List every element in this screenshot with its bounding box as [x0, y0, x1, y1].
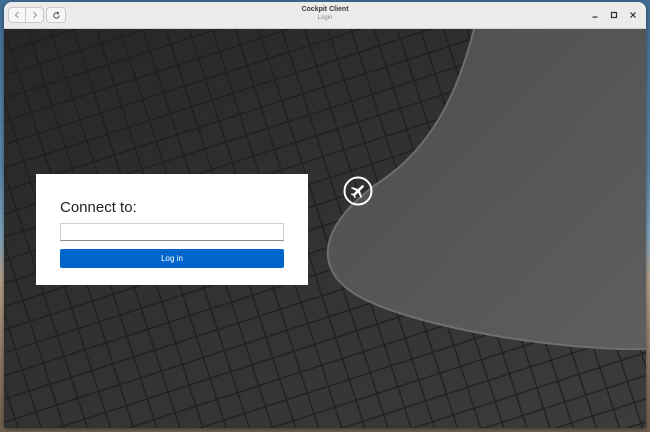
host-input[interactable] — [60, 223, 284, 241]
close-icon — [630, 12, 636, 18]
login-button[interactable]: Log in — [60, 249, 284, 268]
maximize-button[interactable] — [608, 9, 620, 21]
minimize-button[interactable] — [589, 9, 601, 21]
title-bar[interactable]: Cockpit Client Login — [4, 2, 646, 29]
connect-heading: Connect to: — [60, 199, 137, 216]
minimize-icon — [592, 16, 598, 18]
login-page: Connect to: Log in — [4, 29, 646, 428]
airplane-icon — [343, 176, 373, 206]
maximize-icon — [610, 11, 618, 19]
window-title-area: Cockpit Client Login — [4, 6, 646, 21]
window-title: Cockpit Client — [301, 6, 349, 13]
window-subtitle: Login — [317, 15, 333, 21]
close-button[interactable] — [627, 9, 639, 21]
cockpit-client-window: Cockpit Client Login Connect to: Log in — [4, 2, 646, 428]
login-card: Connect to: Log in — [36, 174, 308, 285]
